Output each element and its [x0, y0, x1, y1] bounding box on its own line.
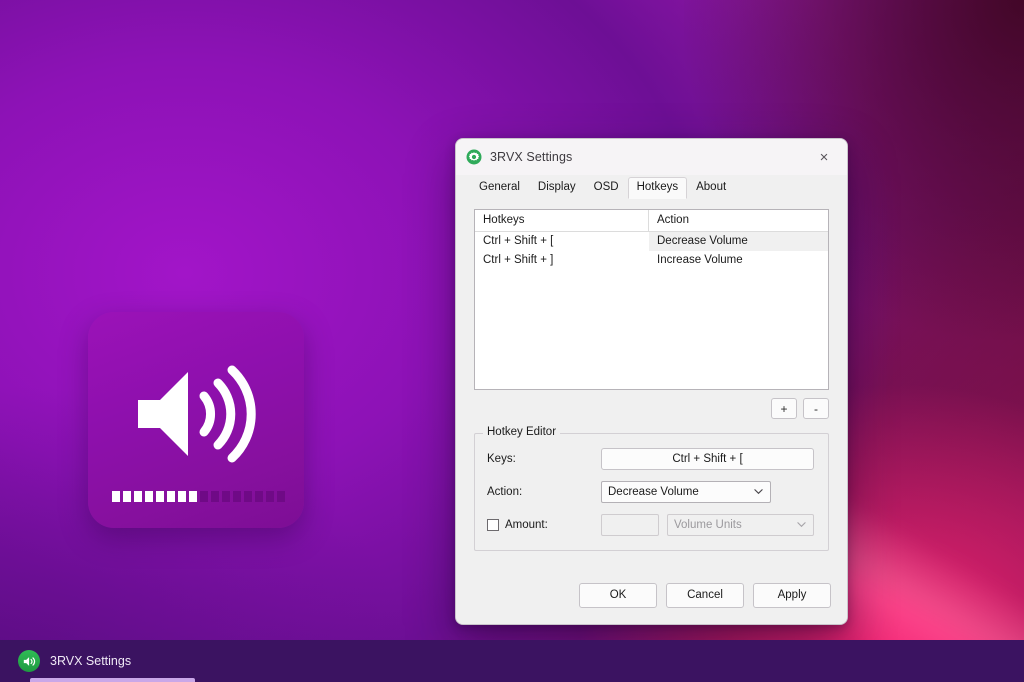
- volume-segment: [156, 491, 164, 502]
- amount-input: [601, 514, 659, 536]
- hotkey-editor-legend: Hotkey Editor: [483, 426, 560, 438]
- remove-hotkey-button[interactable]: -: [803, 398, 829, 419]
- window-titlebar: 3RVX Settings ×: [456, 139, 847, 175]
- cell-action: Increase Volume: [649, 251, 828, 270]
- apply-button[interactable]: Apply: [753, 583, 831, 608]
- keys-label: Keys:: [487, 453, 601, 465]
- volume-segment: [178, 491, 186, 502]
- taskbar: 3RVX Settings: [0, 640, 1024, 682]
- keys-input[interactable]: Ctrl + Shift + [: [601, 448, 814, 470]
- volume-segment: [233, 491, 241, 502]
- taskbar-active-indicator: [30, 678, 195, 682]
- volume-segment: [145, 491, 153, 502]
- table-row[interactable]: Ctrl + Shift + ] Increase Volume: [475, 251, 828, 270]
- tab-strip: General Display OSD Hotkeys About: [456, 175, 847, 199]
- volume-segment: [167, 491, 175, 502]
- cell-action: Decrease Volume: [649, 232, 828, 251]
- speaker-volume-icon: [130, 362, 266, 466]
- tab-general[interactable]: General: [470, 177, 529, 199]
- chevron-down-icon: [797, 520, 806, 529]
- volume-segment: [255, 491, 263, 502]
- settings-window: 3RVX Settings × General Display OSD Hotk…: [455, 138, 848, 625]
- add-hotkey-button[interactable]: +: [771, 398, 797, 419]
- volume-segment: [222, 491, 230, 502]
- volume-segment: [211, 491, 219, 502]
- amount-label: Amount:: [505, 519, 548, 531]
- amount-row: Amount: Volume Units: [487, 514, 814, 536]
- hotkey-editor-group: Hotkey Editor Keys: Ctrl + Shift + [ Act…: [474, 433, 829, 551]
- cell-hotkeys: Ctrl + Shift + [: [475, 232, 649, 251]
- action-row: Action: Decrease Volume: [487, 481, 814, 503]
- tab-panel-hotkeys: Hotkeys Action Ctrl + Shift + [ Decrease…: [456, 199, 847, 566]
- hotkey-list[interactable]: Hotkeys Action Ctrl + Shift + [ Decrease…: [474, 209, 829, 390]
- volume-level-bar: [112, 491, 285, 502]
- speaker-glyph-icon: [23, 655, 36, 668]
- volume-segment: [200, 491, 208, 502]
- window-footer: OK Cancel Apply: [456, 566, 847, 624]
- volume-segment: [277, 491, 285, 502]
- tab-display[interactable]: Display: [529, 177, 585, 199]
- speaker-volume-icon: [18, 650, 40, 672]
- taskbar-item-label: 3RVX Settings: [50, 654, 131, 668]
- volume-segment: [123, 491, 131, 502]
- volume-osd-overlay: [88, 312, 304, 528]
- tab-osd[interactable]: OSD: [585, 177, 628, 199]
- tab-hotkeys[interactable]: Hotkeys: [628, 177, 688, 199]
- action-select-value: Decrease Volume: [608, 486, 699, 498]
- action-label: Action:: [487, 486, 601, 498]
- table-row[interactable]: Ctrl + Shift + [ Decrease Volume: [475, 232, 828, 251]
- close-icon[interactable]: ×: [801, 139, 847, 175]
- volume-segment: [112, 491, 120, 502]
- units-select-value: Volume Units: [674, 519, 742, 531]
- volume-segment: [189, 491, 197, 502]
- volume-segment: [244, 491, 252, 502]
- column-header-hotkeys[interactable]: Hotkeys: [475, 210, 649, 231]
- chevron-down-icon: [754, 487, 763, 496]
- window-title: 3RVX Settings: [490, 150, 572, 164]
- desktop-wallpaper: 3RVX Settings × General Display OSD Hotk…: [0, 0, 1024, 682]
- keys-row: Keys: Ctrl + Shift + [: [487, 448, 814, 470]
- tab-about[interactable]: About: [687, 177, 735, 199]
- cell-hotkeys: Ctrl + Shift + ]: [475, 251, 649, 270]
- list-action-buttons: + -: [474, 398, 829, 419]
- gear-icon: [466, 149, 482, 165]
- cancel-button[interactable]: Cancel: [666, 583, 744, 608]
- column-header-action[interactable]: Action: [649, 210, 828, 231]
- hotkey-list-header: Hotkeys Action: [475, 210, 828, 232]
- taskbar-item-3rvx-settings[interactable]: 3RVX Settings: [18, 640, 141, 682]
- amount-checkbox[interactable]: Amount:: [487, 519, 601, 531]
- volume-segment: [266, 491, 274, 502]
- action-select[interactable]: Decrease Volume: [601, 481, 771, 503]
- units-select: Volume Units: [667, 514, 814, 536]
- volume-segment: [134, 491, 142, 502]
- checkbox-box-icon: [487, 519, 499, 531]
- ok-button[interactable]: OK: [579, 583, 657, 608]
